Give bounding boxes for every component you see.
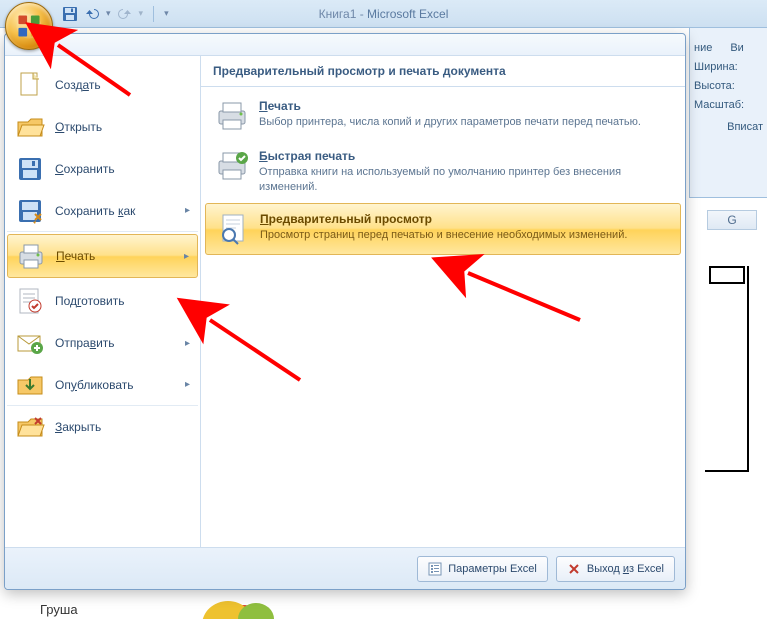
prepare-icon — [15, 286, 45, 316]
menu-item-open[interactable]: Открыть — [7, 106, 198, 148]
print-icon — [215, 99, 249, 133]
print-icon — [16, 241, 46, 271]
redo-dropdown[interactable]: ▾ — [139, 8, 144, 19]
menu-item-label: Сохранить как — [55, 204, 135, 218]
menu-item-print[interactable]: Печать — [7, 234, 198, 278]
submenu-header: Предварительный просмотр и печать докуме… — [201, 56, 685, 87]
office-menu: Создать Открыть Сохранить Сохранить как Печа… — [4, 33, 686, 590]
grid-edge — [709, 266, 749, 466]
ribbon-group-label: Вписат — [694, 121, 763, 133]
menu-item-new[interactable]: Создать — [7, 64, 198, 106]
ribbon-tab-fragment[interactable]: Ви — [730, 42, 743, 54]
cell-content: Груша — [40, 602, 78, 617]
ribbon-tab-fragment[interactable]: ние — [694, 42, 712, 54]
column-header-g[interactable]: G — [707, 210, 757, 230]
new-icon — [15, 70, 45, 100]
title-bar: ▾ ▾ ▾ Книга1 - Microsoft Excel — [0, 0, 767, 28]
menu-item-save[interactable]: Сохранить — [7, 148, 198, 190]
open-icon — [15, 112, 45, 142]
options-icon — [428, 562, 442, 576]
menu-item-label: Создать — [55, 78, 101, 92]
ribbon-label-scale: Масштаб: — [694, 99, 763, 111]
office-button[interactable] — [5, 2, 53, 50]
submenu-item-desc: Отправка книги на используемый по умолча… — [259, 165, 671, 195]
publish-icon — [15, 370, 45, 400]
menu-item-label: Открыть — [55, 120, 102, 134]
menu-item-label: Опубликовать — [55, 378, 133, 392]
submenu-item-title: Печать — [259, 99, 641, 113]
excel-options-label: Параметры Excel — [448, 563, 537, 575]
close-icon — [567, 562, 581, 576]
undo-icon[interactable] — [84, 6, 100, 22]
submenu-item-desc: Просмотр страниц перед печатью и внесени… — [260, 228, 627, 243]
office-menu-footer: Параметры Excel Выход из Excel — [5, 547, 685, 589]
menu-item-label: Закрыть — [55, 420, 101, 434]
submenu-item-print[interactable]: Печать Выбор принтера, числа копий и друг… — [205, 91, 681, 141]
office-menu-right: Предварительный просмотр и печать докуме… — [201, 56, 685, 547]
undo-dropdown[interactable]: ▾ — [106, 8, 111, 19]
quick-print-icon — [215, 149, 249, 183]
menu-item-send[interactable]: Отправить — [7, 322, 198, 364]
exit-excel-button[interactable]: Выход из Excel — [556, 556, 675, 582]
save-icon — [15, 154, 45, 184]
submenu-item-quick-print[interactable]: Быстрая печать Отправка книги на использу… — [205, 141, 681, 203]
menu-item-label: Отправить — [55, 336, 115, 350]
print-preview-icon — [216, 212, 250, 246]
close-icon — [15, 412, 45, 442]
menu-item-save-as[interactable]: Сохранить как — [7, 190, 198, 232]
menu-item-publish[interactable]: Опубликовать — [7, 364, 198, 406]
menu-item-label: Подготовить — [55, 294, 124, 308]
ribbon-partial: ние Ви Ширина: Высота: Масштаб: Вписат — [689, 28, 767, 198]
submenu-item-desc: Выбор принтера, числа копий и других пар… — [259, 115, 641, 130]
send-icon — [15, 328, 45, 358]
save-as-icon — [15, 196, 45, 226]
menu-item-close[interactable]: Закрыть — [7, 406, 198, 448]
submenu-item-title: Быстрая печать — [259, 149, 671, 163]
redo-icon[interactable] — [117, 6, 133, 22]
excel-options-button[interactable]: Параметры Excel — [417, 556, 548, 582]
menu-item-label: Печать — [56, 249, 95, 263]
menu-item-prepare[interactable]: Подготовить — [7, 280, 198, 322]
exit-excel-label: Выход из Excel — [587, 563, 664, 575]
qat-customize-dropdown[interactable]: ▾ — [164, 8, 169, 19]
save-icon[interactable] — [62, 6, 78, 22]
quick-access-toolbar: ▾ ▾ ▾ — [62, 6, 169, 22]
ribbon-label-width: Ширина: — [694, 61, 763, 73]
embedded-image — [186, 591, 306, 619]
office-menu-left: Создать Открыть Сохранить Сохранить как Печа… — [5, 56, 201, 547]
ribbon-label-height: Высота: — [694, 80, 763, 92]
menu-item-label: Сохранить — [55, 162, 115, 176]
submenu-item-title: Предварительный просмотр — [260, 212, 627, 226]
submenu-item-print-preview[interactable]: Предварительный просмотр Просмотр страниц… — [205, 203, 681, 255]
grid-corner — [705, 462, 749, 472]
